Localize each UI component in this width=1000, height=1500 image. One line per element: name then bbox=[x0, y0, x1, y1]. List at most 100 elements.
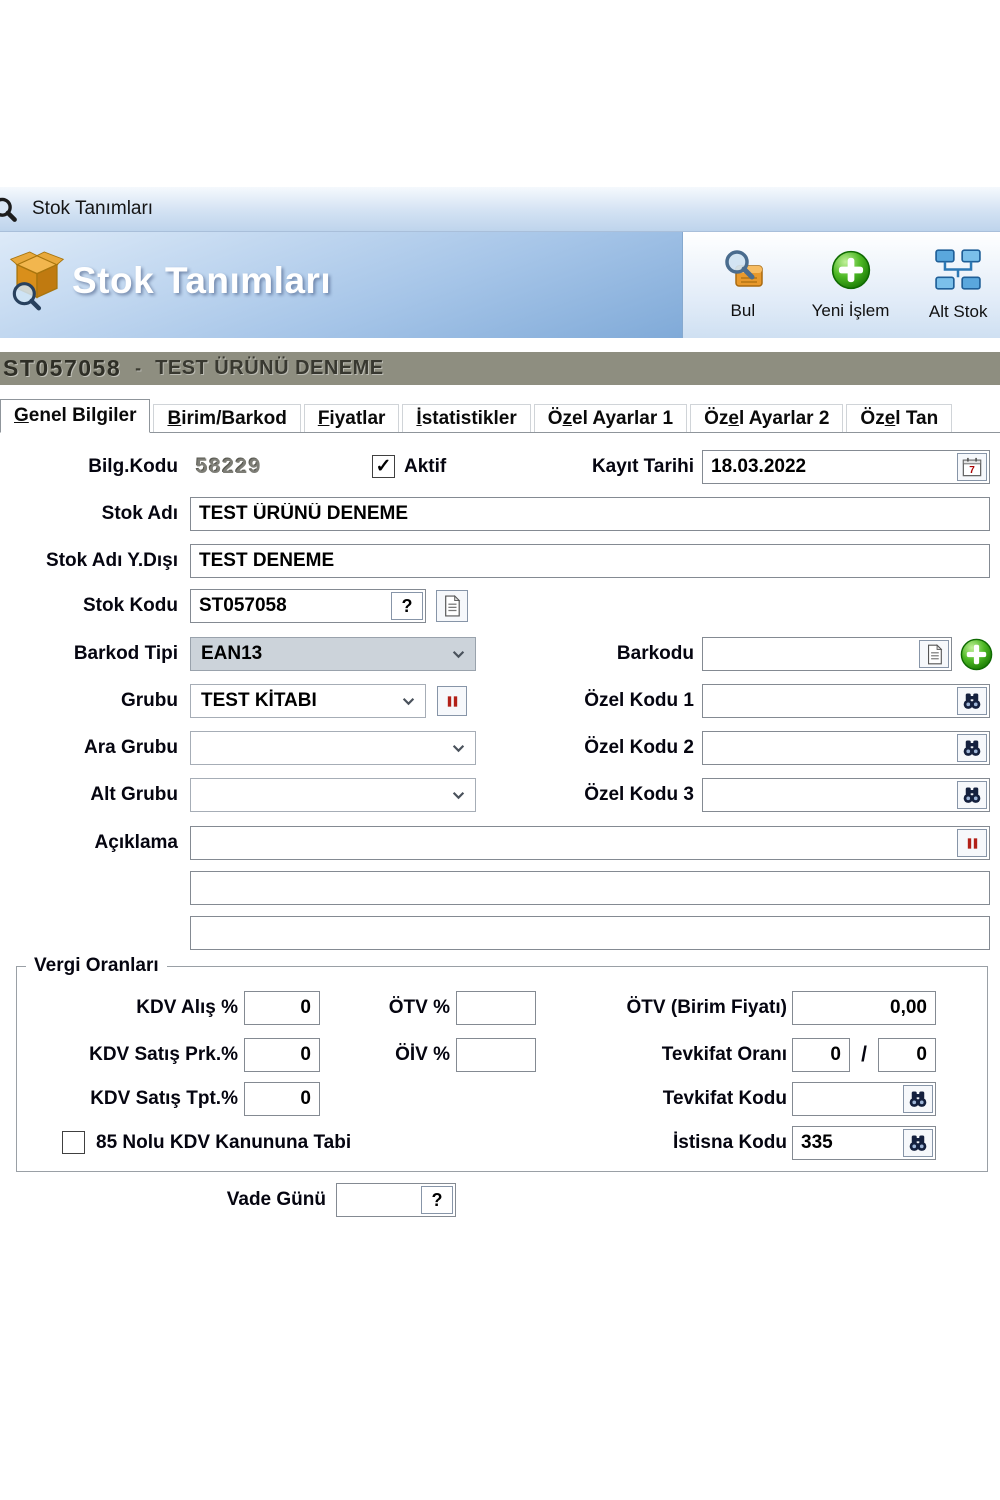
add-barcode-button[interactable] bbox=[958, 637, 994, 673]
tevkifat-orani-input-1[interactable] bbox=[792, 1038, 850, 1072]
ozel-kodu-1-lookup-button[interactable] bbox=[957, 687, 987, 715]
pause-bars-icon bbox=[445, 694, 460, 709]
vade-gunu-field: ? bbox=[336, 1183, 456, 1217]
stock-stack-icon bbox=[934, 248, 982, 295]
ara-grubu-select[interactable] bbox=[190, 731, 476, 765]
aciklama-label: Açıklama bbox=[0, 826, 178, 860]
document-icon bbox=[926, 644, 943, 665]
tab-label: Birim/Barkod bbox=[167, 408, 286, 430]
window-title: Stok Tanımları bbox=[32, 198, 153, 220]
tab-ozel-ayarlar-1[interactable]: Özel Ayarlar 1 bbox=[534, 404, 687, 432]
kdv-85-label: 85 Nolu KDV Kanununa Tabi bbox=[96, 1126, 351, 1160]
stok-kodu-document-button[interactable] bbox=[436, 590, 468, 622]
aciklama-field-1 bbox=[190, 826, 990, 860]
row-aciklama-2 bbox=[0, 871, 1000, 907]
kayit-tarihi-input[interactable] bbox=[702, 450, 990, 484]
row-stok-adi: Stok Adı bbox=[0, 497, 1000, 533]
tab-label: Genel Bilgiler bbox=[14, 405, 136, 427]
kdv-alis-input[interactable] bbox=[244, 991, 320, 1025]
barkod-tipi-value: EAN13 bbox=[201, 643, 262, 665]
tevkifat-orani-label: Tevkifat Oranı bbox=[520, 1038, 787, 1072]
grubu-list-button[interactable] bbox=[437, 686, 467, 716]
row-stok-adi-ydisi: Stok Adı Y.Dışı bbox=[0, 544, 1000, 580]
aciklama-input-1[interactable] bbox=[190, 826, 990, 860]
tevkifat-kodu-lookup-button[interactable] bbox=[903, 1085, 933, 1113]
kdv-alis-label: KDV Alış % bbox=[0, 991, 238, 1025]
kdv-satis-tpt-field bbox=[244, 1082, 320, 1116]
barkodu-input[interactable] bbox=[702, 637, 952, 671]
tevkifat-orani-input-2[interactable] bbox=[878, 1038, 936, 1072]
ozel-kodu-1-field bbox=[702, 684, 990, 718]
row-vade-gunu: Vade Günü ? bbox=[0, 1183, 1000, 1219]
kdv-satis-tpt-label: KDV Satış Tpt.% bbox=[0, 1082, 238, 1116]
aciklama-list-button[interactable] bbox=[957, 829, 987, 857]
stok-adi-input[interactable] bbox=[190, 497, 990, 531]
kdv-satis-prk-field bbox=[244, 1038, 320, 1072]
row-kdv-satis-prk: KDV Satış Prk.% ÖİV % Tevkifat Oranı / bbox=[0, 1038, 1000, 1074]
find-icon bbox=[720, 249, 766, 294]
stok-adi-ydisi-field bbox=[190, 544, 990, 578]
app-icon bbox=[0, 196, 18, 228]
ozel-kodu-3-input[interactable] bbox=[702, 778, 990, 812]
app-window: Stok Tanımları Stok Tanımları bbox=[0, 0, 1000, 1500]
vade-gunu-help-button[interactable]: ? bbox=[421, 1186, 453, 1214]
binoculars-icon bbox=[962, 691, 982, 711]
find-button[interactable]: Bul bbox=[689, 232, 797, 338]
otv-yuzde-label: ÖTV % bbox=[320, 991, 450, 1025]
ara-grubu-label: Ara Grubu bbox=[0, 731, 178, 765]
tab-ozel-ayarlar-2[interactable]: Özel Ayarlar 2 bbox=[690, 404, 843, 432]
barkodu-document-button[interactable] bbox=[919, 640, 949, 668]
tab-fiyatlar[interactable]: Fiyatlar bbox=[304, 404, 400, 432]
binoculars-icon bbox=[962, 785, 982, 805]
row-ara-grubu: Ara Grubu Özel Kodu 2 bbox=[0, 731, 1000, 767]
ozel-kodu-2-lookup-button[interactable] bbox=[957, 734, 987, 762]
istisna-kodu-lookup-button[interactable] bbox=[903, 1129, 933, 1157]
aktif-checkbox[interactable]: ✓ bbox=[372, 455, 395, 478]
record-bar: ST057058 - TEST ÜRÜNÜ DENEME bbox=[0, 352, 1000, 385]
tevkifat-orani-field-2 bbox=[878, 1038, 936, 1072]
kdv-85-checkbox[interactable] bbox=[62, 1131, 85, 1154]
barkod-tipi-select[interactable]: EAN13 bbox=[190, 637, 476, 671]
chevron-down-icon bbox=[452, 744, 465, 753]
ozel-kodu-2-input[interactable] bbox=[702, 731, 990, 765]
barkodu-field bbox=[702, 637, 952, 671]
plus-icon bbox=[959, 637, 994, 672]
ozel-kodu-1-input[interactable] bbox=[702, 684, 990, 718]
kdv-satis-tpt-input[interactable] bbox=[244, 1082, 320, 1116]
binoculars-icon bbox=[962, 738, 982, 758]
row-bilg-kodu: Bilg.Kodu 58229 ✓ Aktif Kayıt Tarihi 7 bbox=[0, 450, 1000, 486]
kdv-satis-prk-input[interactable] bbox=[244, 1038, 320, 1072]
ozel-kodu-3-lookup-button[interactable] bbox=[957, 781, 987, 809]
istisna-kodu-field bbox=[792, 1126, 936, 1160]
toolbar: Bul Yeni İşlem bbox=[682, 232, 1000, 338]
row-kdv-85: 85 Nolu KDV Kanununa Tabi İstisna Kodu bbox=[0, 1126, 1000, 1162]
calendar-button[interactable]: 7 bbox=[957, 453, 987, 481]
tab-birim-barkod[interactable]: Birim/Barkod bbox=[153, 404, 300, 432]
bilg-kodu-value: 58229 bbox=[196, 450, 262, 484]
page-title: Stok Tanımları bbox=[72, 260, 331, 302]
tab-ozel-tan[interactable]: Özel Tan bbox=[846, 404, 952, 432]
stok-adi-ydisi-input[interactable] bbox=[190, 544, 990, 578]
new-transaction-button[interactable]: Yeni İşlem bbox=[797, 232, 905, 338]
bilg-kodu-label: Bilg.Kodu bbox=[0, 450, 178, 484]
tab-label: Özel Ayarlar 2 bbox=[704, 408, 829, 430]
kdv-satis-prk-label: KDV Satış Prk.% bbox=[0, 1038, 238, 1072]
tab-genel-bilgiler[interactable]: Genel Bilgiler bbox=[0, 399, 150, 433]
sub-stock-button[interactable]: Alt Stok bbox=[904, 232, 1000, 338]
tab-istatistikler[interactable]: İstatistikler bbox=[402, 404, 530, 432]
otv-birim-input[interactable] bbox=[792, 991, 936, 1025]
alt-grubu-select[interactable] bbox=[190, 778, 476, 812]
kdv-alis-field bbox=[244, 991, 320, 1025]
stok-kodu-help-button[interactable]: ? bbox=[391, 592, 423, 620]
calendar-icon: 7 bbox=[962, 457, 982, 477]
grubu-value: TEST KİTABI bbox=[201, 690, 317, 712]
sub-stock-button-label: Alt Stok bbox=[929, 302, 988, 322]
tab-label: Özel Ayarlar 1 bbox=[548, 408, 673, 430]
aciklama-input-2[interactable] bbox=[190, 871, 990, 905]
grubu-select[interactable]: TEST KİTABI bbox=[190, 684, 426, 718]
window-titlebar[interactable]: Stok Tanımları bbox=[0, 187, 1000, 232]
aktif-label: Aktif bbox=[404, 450, 446, 484]
aciklama-input-3[interactable] bbox=[190, 916, 990, 950]
row-kdv-satis-tpt: KDV Satış Tpt.% Tevkifat Kodu bbox=[0, 1082, 1000, 1118]
istisna-kodu-label: İstisna Kodu bbox=[520, 1126, 787, 1160]
